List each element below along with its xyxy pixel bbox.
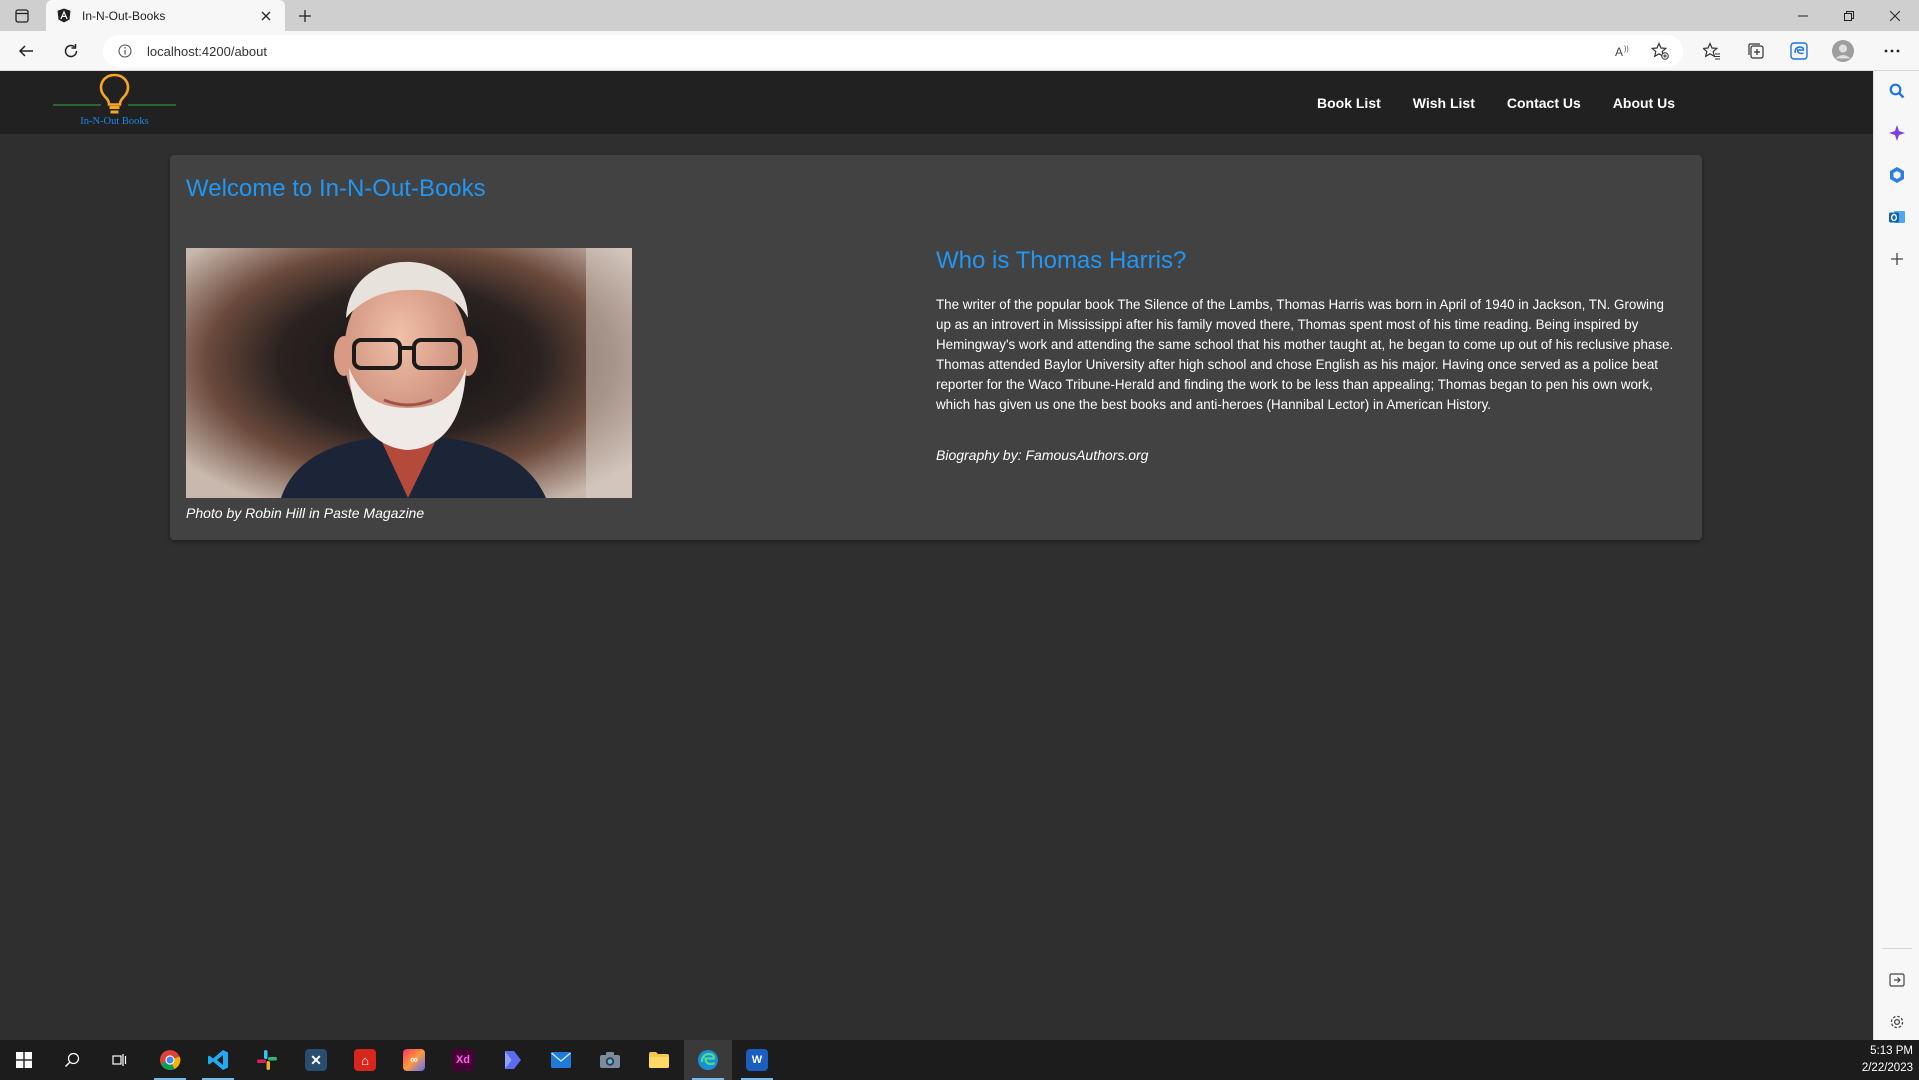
- sidebar-toggle-icon[interactable]: [12, 6, 32, 26]
- vscode-icon[interactable]: [194, 1040, 242, 1080]
- bio-heading: Who is Thomas Harris?: [936, 247, 1187, 274]
- page-title: Welcome to In-N-Out-Books: [186, 175, 486, 202]
- svg-text:A: A: [1615, 45, 1623, 58]
- search-icon[interactable]: [1885, 79, 1909, 103]
- edge-sidebar: [1873, 71, 1919, 1040]
- close-icon[interactable]: [257, 7, 275, 25]
- nav-wish-list[interactable]: Wish List: [1413, 95, 1475, 111]
- power-automate-icon[interactable]: [488, 1040, 536, 1080]
- back-icon[interactable]: [14, 39, 38, 63]
- word-label: W: [746, 1049, 768, 1071]
- slack-icon[interactable]: [243, 1040, 291, 1080]
- main-nav: Book List Wish List Contact Us About Us: [1285, 71, 1675, 134]
- favorites-icon[interactable]: [1700, 39, 1724, 63]
- windows-taskbar: ✕ ⌂ ∞ Xd W 5:13 PM 2/22/2023: [0, 1040, 1919, 1080]
- office-icon[interactable]: [1885, 163, 1909, 187]
- site-navbar: In-N-Out Books Book List Wish List Conta…: [0, 71, 1873, 134]
- outlook-icon[interactable]: [1885, 205, 1909, 229]
- clock-time: 5:13 PM: [1870, 1045, 1913, 1057]
- new-tab-button[interactable]: [294, 5, 316, 27]
- page-viewport: In-N-Out Books Book List Wish List Conta…: [0, 71, 1873, 1040]
- photo-caption: Photo by Robin Hill in Paste Magazine: [186, 505, 425, 521]
- refresh-icon[interactable]: [59, 39, 83, 63]
- clock-date: 2/22/2023: [1861, 1062, 1913, 1074]
- collections-icon[interactable]: [1744, 39, 1768, 63]
- nav-about-us[interactable]: About Us: [1613, 95, 1675, 111]
- xcode-like-icon[interactable]: ✕: [292, 1040, 340, 1080]
- svg-text:)): )): [1624, 46, 1629, 53]
- split-screen-icon[interactable]: [1885, 968, 1909, 992]
- address-bar-row: localhost:4200/about A)): [0, 31, 1919, 71]
- add-favorite-icon[interactable]: [1648, 39, 1672, 63]
- site-logo[interactable]: In-N-Out Books: [52, 73, 177, 133]
- sidebar-divider: [1882, 948, 1912, 949]
- file-explorer-icon[interactable]: [635, 1040, 683, 1080]
- task-view-icon[interactable]: [96, 1040, 144, 1080]
- about-card: Welcome to In-N-Out-Books Photo by Robin…: [170, 155, 1702, 540]
- search-icon[interactable]: [48, 1040, 96, 1080]
- creative-cloud-icon[interactable]: ∞: [390, 1040, 438, 1080]
- acrobat-icon[interactable]: ⌂: [341, 1040, 389, 1080]
- xd-label: Xd: [452, 1049, 474, 1071]
- browser-tab-bar: In-N-Out-Books: [0, 0, 1919, 31]
- xd-icon[interactable]: Xd: [439, 1040, 487, 1080]
- browser-tab[interactable]: In-N-Out-Books: [46, 0, 285, 31]
- system-clock[interactable]: 5:13 PM 2/22/2023: [1862, 1043, 1913, 1077]
- mail-icon[interactable]: [537, 1040, 585, 1080]
- angular-favicon: [56, 8, 72, 24]
- logo-text: In-N-Out Books: [80, 116, 149, 127]
- plus-icon: [299, 10, 311, 22]
- read-aloud-icon[interactable]: A)): [1612, 39, 1636, 63]
- plus-icon[interactable]: [1885, 247, 1909, 271]
- edge-icon[interactable]: [1787, 39, 1811, 63]
- url-bar[interactable]: localhost:4200/about: [103, 35, 1683, 67]
- lightbulb-logo-icon: [53, 73, 176, 114]
- more-icon[interactable]: [1880, 39, 1904, 63]
- tab-title: In-N-Out-Books: [82, 8, 166, 23]
- url-text: localhost:4200/about: [147, 43, 267, 59]
- restore-icon[interactable]: [1827, 0, 1871, 31]
- window-close-icon[interactable]: [1873, 0, 1917, 31]
- profile-icon[interactable]: [1831, 39, 1855, 63]
- nav-contact-us[interactable]: Contact Us: [1507, 95, 1581, 111]
- chrome-icon[interactable]: [146, 1040, 194, 1080]
- author-photo: [186, 248, 632, 498]
- nav-book-list[interactable]: Book List: [1317, 95, 1381, 111]
- word-icon[interactable]: W: [733, 1040, 781, 1080]
- bio-text: The writer of the popular book The Silen…: [936, 297, 1674, 412]
- settings-icon[interactable]: [1885, 1010, 1909, 1034]
- camera-icon[interactable]: [586, 1040, 634, 1080]
- bio-credit: Biography by: FamousAuthors.org: [936, 447, 1149, 463]
- edge-icon[interactable]: [684, 1040, 732, 1080]
- minimize-icon[interactable]: [1781, 0, 1825, 31]
- info-icon[interactable]: [117, 43, 133, 59]
- sparkle-icon[interactable]: [1885, 121, 1909, 145]
- start-icon[interactable]: [0, 1040, 48, 1080]
